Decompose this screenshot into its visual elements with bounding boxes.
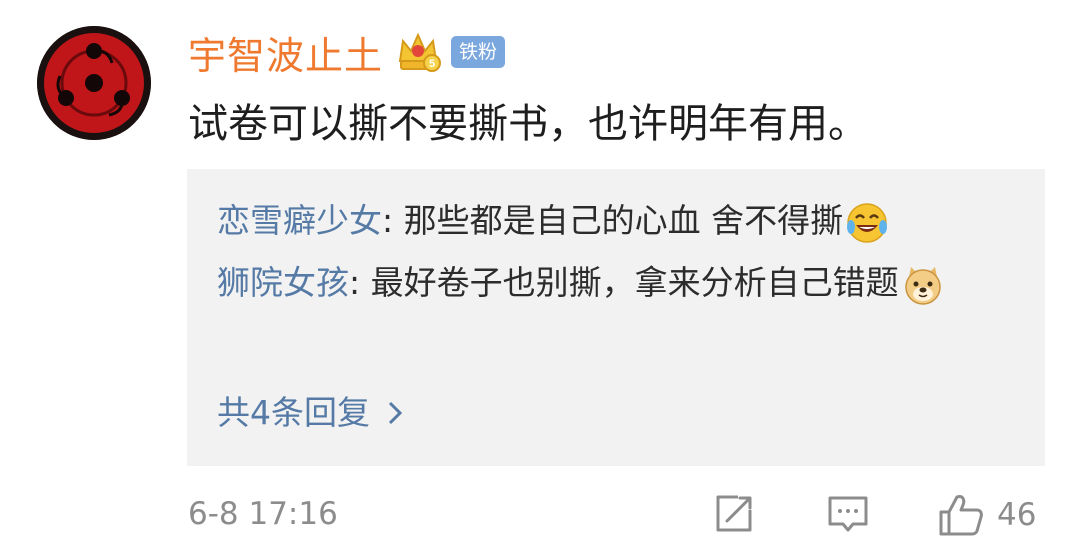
reply-button[interactable] <box>826 492 870 536</box>
reply-author[interactable]: 狮院女孩 <box>217 263 349 302</box>
chevron-right-icon <box>388 401 403 425</box>
replies-box[interactable]: 恋雪癖少女: 那些都是自己的心血 舍不得撕 狮院女孩: 最好卷子也别撕，拿来分析… <box>187 169 1045 466</box>
crown-badge-icon[interactable]: 5 <box>395 29 442 75</box>
reply-text: 那些都是自己的心血 舍不得撕 <box>403 201 844 240</box>
share-button[interactable] <box>712 492 756 536</box>
like-button[interactable]: 46 <box>937 492 1036 538</box>
reply-author[interactable]: 恋雪癖少女 <box>217 201 382 240</box>
avatar[interactable] <box>37 26 151 140</box>
reply-item[interactable]: 狮院女孩: 最好卷子也别撕，拿来分析自己错题 <box>217 252 1017 314</box>
reply-separator: : <box>382 201 404 240</box>
more-replies-link[interactable]: 共4条回复 <box>217 382 404 444</box>
share-icon <box>716 495 752 532</box>
comment-header: 宇智波止土 5 铁粉 <box>188 22 506 82</box>
comment-time: 6-8 17:16 <box>188 496 338 532</box>
sharingan-avatar-icon <box>37 26 151 140</box>
comment-text: 试卷可以撕不要撕书，也许明年有用。 <box>188 101 868 147</box>
comment-icon <box>828 496 868 532</box>
svg-text:5: 5 <box>429 58 435 70</box>
fan-badge: 铁粉 <box>451 36 506 68</box>
more-replies-label: 共4条回复 <box>217 393 370 432</box>
username[interactable]: 宇智波止土 <box>188 25 383 80</box>
reply-item[interactable]: 恋雪癖少女: 那些都是自己的心血 舍不得撕 <box>217 190 1017 252</box>
thumbs-up-icon <box>939 495 983 536</box>
reply-text: 最好卷子也别撕，拿来分析自己错题 <box>370 263 899 302</box>
reply-separator: : <box>349 263 371 302</box>
doge-emoji-icon <box>904 266 941 305</box>
laugh-cry-emoji-icon <box>847 202 888 243</box>
like-count: 46 <box>997 497 1037 533</box>
